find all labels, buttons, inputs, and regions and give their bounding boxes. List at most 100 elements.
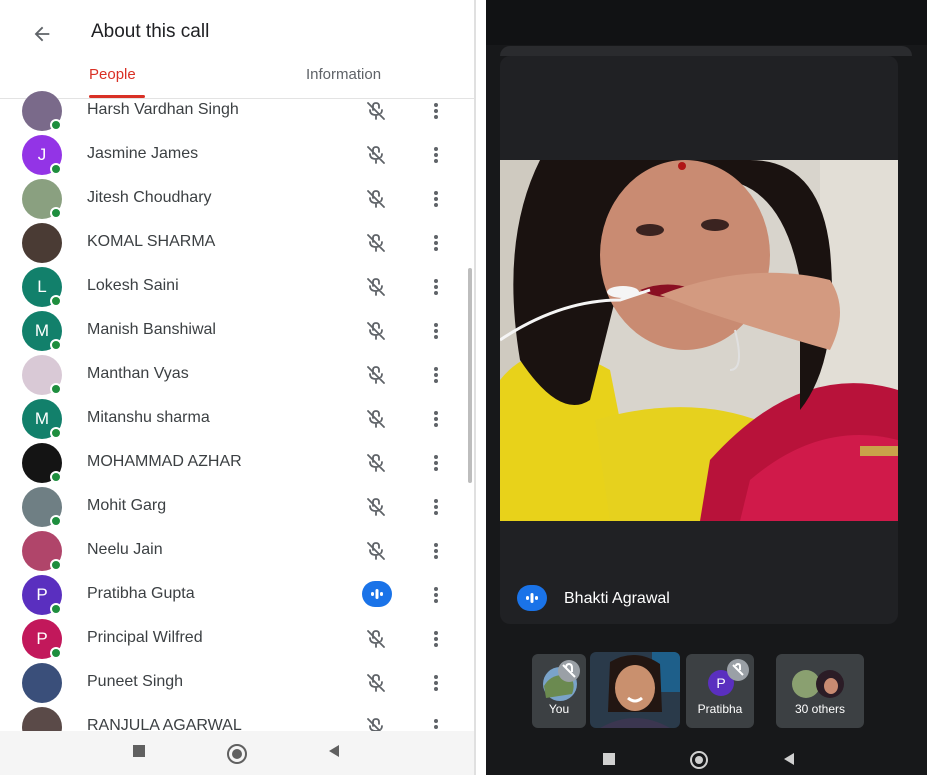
more-vert-icon[interactable]	[428, 187, 444, 211]
participant-row[interactable]: RANJULA AGARWAL	[0, 705, 474, 731]
phone-frame-edge	[500, 46, 912, 56]
more-vert-icon[interactable]	[428, 99, 444, 123]
participant-name: Puneet Singh	[87, 673, 184, 690]
online-status-dot	[50, 163, 62, 175]
android-nav-bar	[0, 731, 474, 775]
mic-off-icon	[364, 319, 388, 343]
page-title: About this call	[91, 21, 210, 42]
participant-name: Harsh Vardhan Singh	[87, 101, 239, 118]
participant-row[interactable]: Harsh Vardhan Singh	[0, 89, 474, 133]
participant-name: Manish Banshiwal	[87, 321, 216, 338]
participant-row[interactable]: KOMAL SHARMA	[0, 221, 474, 265]
more-vert-icon[interactable]	[428, 319, 444, 343]
others-avatars	[792, 670, 844, 698]
participant-row[interactable]: Neelu Jain	[0, 529, 474, 573]
main-video-card[interactable]: Bhakti Agrawal	[500, 56, 898, 624]
main-participant-name: Bhakti Agrawal	[564, 590, 670, 607]
mic-off-icon	[364, 627, 388, 651]
tile-others[interactable]: 30 others	[776, 654, 864, 728]
tile-label-pratibha: Pratibha	[697, 702, 743, 716]
participant-row[interactable]: Puneet Singh	[0, 661, 474, 705]
more-vert-icon[interactable]	[428, 363, 444, 387]
participant-tiles: You P Pratibha 30 others	[486, 648, 927, 730]
scrollbar[interactable]	[468, 268, 472, 483]
mic-off-icon	[364, 407, 388, 431]
participant-row[interactable]: M Manish Banshiwal	[0, 309, 474, 353]
participant-name: Principal Wilfred	[87, 629, 203, 646]
participant-row[interactable]: MOHAMMAD AZHAR	[0, 441, 474, 485]
more-vert-icon[interactable]	[428, 407, 444, 431]
participant-name: Mohit Garg	[87, 497, 167, 514]
square-icon[interactable]	[602, 752, 616, 766]
participant-name: Neelu Jain	[87, 541, 163, 558]
triangle-back-icon[interactable]	[782, 752, 796, 766]
more-vert-icon[interactable]	[428, 231, 444, 255]
participant-row[interactable]: P Principal Wilfred	[0, 617, 474, 661]
participant-row[interactable]: M Mitanshu sharma	[0, 397, 474, 441]
circle-icon[interactable]	[226, 743, 248, 765]
more-vert-icon[interactable]	[428, 275, 444, 299]
participant-row[interactable]: P Pratibha Gupta	[0, 573, 474, 617]
tab-people[interactable]: People	[89, 66, 136, 83]
you-avatar	[543, 660, 580, 701]
arrow-left-icon	[34, 26, 50, 42]
participant-name: RANJULA AGARWAL	[87, 717, 242, 731]
more-vert-icon[interactable]	[428, 583, 444, 607]
tile-pratibha[interactable]: P Pratibha	[686, 654, 754, 728]
tile-label-others: 30 others	[794, 702, 846, 716]
tile-you[interactable]: You	[532, 654, 586, 728]
mic-off-icon	[364, 231, 388, 255]
android-nav-bar-right	[486, 742, 927, 775]
speaking-indicator-icon	[362, 581, 392, 607]
online-status-dot	[50, 383, 62, 395]
more-vert-icon[interactable]	[428, 671, 444, 695]
online-status-dot	[50, 295, 62, 307]
online-status-dot	[50, 427, 62, 439]
more-vert-icon[interactable]	[428, 627, 444, 651]
back-button[interactable]	[28, 20, 56, 48]
speaking-indicator-icon	[526, 593, 538, 603]
participant-name: Lokesh Saini	[87, 277, 179, 294]
mic-off-icon	[364, 715, 388, 731]
speaking-indicator	[517, 585, 547, 611]
online-status-dot	[50, 647, 62, 659]
mic-off-icon	[364, 187, 388, 211]
tab-information[interactable]: Information	[306, 66, 381, 83]
square-icon[interactable]	[131, 743, 147, 759]
participant-row[interactable]: Mohit Garg	[0, 485, 474, 529]
circle-icon[interactable]	[689, 750, 709, 770]
online-status-dot	[50, 559, 62, 571]
mic-off-icon	[364, 671, 388, 695]
more-vert-icon[interactable]	[428, 143, 444, 167]
triangle-back-icon[interactable]	[326, 743, 342, 759]
online-status-dot	[50, 207, 62, 219]
mic-off-icon	[364, 363, 388, 387]
participant-name: KOMAL SHARMA	[87, 233, 216, 250]
more-vert-icon[interactable]	[428, 495, 444, 519]
online-status-dot	[50, 339, 62, 351]
participant-row[interactable]: J Jasmine James	[0, 133, 474, 177]
participant-name: MOHAMMAD AZHAR	[87, 453, 242, 470]
people-list[interactable]: Harsh Vardhan Singh J Jasmine James Jitesh …	[0, 89, 474, 731]
more-vert-icon[interactable]	[428, 539, 444, 563]
mic-off-icon	[364, 451, 388, 475]
participant-row[interactable]: L Lokesh Saini	[0, 265, 474, 309]
mic-off-icon	[364, 99, 388, 123]
participant-row[interactable]: Manthan Vyas	[0, 353, 474, 397]
participant-name: Jitesh Choudhary	[87, 189, 212, 206]
mic-off-icon	[364, 495, 388, 519]
mic-off-icon	[727, 659, 749, 681]
avatar	[22, 707, 62, 731]
participant-name: Mitanshu sharma	[87, 409, 210, 426]
more-vert-icon[interactable]	[428, 715, 444, 731]
participant-row[interactable]: Jitesh Choudhary	[0, 177, 474, 221]
online-status-dot	[50, 119, 62, 131]
online-status-dot	[50, 515, 62, 527]
online-status-dot	[50, 603, 62, 615]
tile-self-video[interactable]	[590, 652, 680, 728]
more-vert-icon[interactable]	[428, 451, 444, 475]
mic-off-icon	[364, 539, 388, 563]
participant-name: Jasmine James	[87, 145, 199, 162]
about-call-panel: About this call People Information Harsh…	[0, 0, 476, 775]
participant-name: Manthan Vyas	[87, 365, 189, 382]
